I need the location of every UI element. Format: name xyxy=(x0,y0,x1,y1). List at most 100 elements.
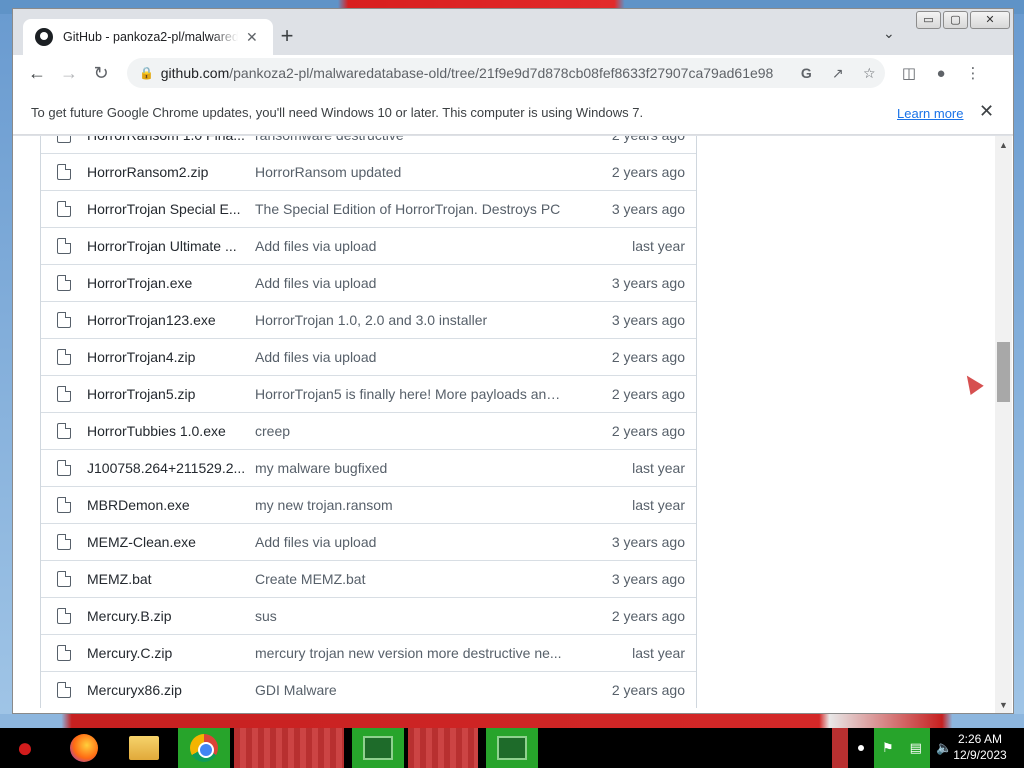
close-window-button[interactable]: ✕ xyxy=(970,11,1010,29)
commit-age: 2 years ago xyxy=(611,349,685,365)
chrome-icon[interactable] xyxy=(178,728,230,768)
file-name-link[interactable]: MEMZ-Clean.exe xyxy=(87,534,255,550)
tab-search-icon[interactable]: ⌄ xyxy=(883,25,895,42)
side-panel-icon[interactable]: ◫ xyxy=(893,64,925,82)
commit-message-link[interactable]: Add files via upload xyxy=(255,534,565,550)
scrollbar-thumb[interactable] xyxy=(997,342,1010,402)
commit-message-link[interactable]: The Special Edition of HorrorTrojan. Des… xyxy=(255,201,565,217)
page-content: HorrorRansom 1.0 Fina...ransomware destr… xyxy=(13,136,1013,713)
commit-age: last year xyxy=(632,645,685,661)
terminal-icon[interactable] xyxy=(486,728,538,768)
table-row: HorrorTubbies 1.0.exe creep 2 years ago xyxy=(41,412,696,449)
scroll-up-icon[interactable]: ▲ xyxy=(995,140,1012,150)
file-name-link[interactable]: MEMZ.bat xyxy=(87,571,255,587)
file-explorer-icon[interactable] xyxy=(118,728,170,768)
file-name-link[interactable]: MBRDemon.exe xyxy=(87,497,255,513)
infobar-close-icon[interactable]: ✕ xyxy=(979,101,994,122)
update-infobar: To get future Google Chrome updates, you… xyxy=(13,91,1013,135)
file-name-link[interactable]: HorrorRansom 1.0 Fina... xyxy=(87,136,255,143)
url-text[interactable]: github.com/pankoza2-pl/malwaredatabase-o… xyxy=(161,65,791,81)
commit-message-link[interactable]: Create MEMZ.bat xyxy=(255,571,565,587)
commit-message-link[interactable]: my new trojan.ransom xyxy=(255,497,565,513)
tab-github[interactable]: GitHub - pankoza2-pl/malwaredatabase-old… xyxy=(23,19,273,55)
table-row: Mercury.B.zip sus 2 years ago xyxy=(41,597,696,634)
table-row: HorrorTrojan5.zip HorrorTrojan5 is finall… xyxy=(41,375,696,412)
commit-message-link[interactable]: HorrorTrojan 1.0, 2.0 and 3.0 installer xyxy=(255,312,565,328)
file-icon xyxy=(57,682,71,698)
window-controls: ▭ ▢ ✕ xyxy=(916,11,1010,29)
terminal-icon[interactable] xyxy=(352,728,404,768)
file-name-link[interactable]: HorrorTrojan.exe xyxy=(87,275,255,291)
commit-message-link[interactable]: Add files via upload xyxy=(255,238,565,254)
minimize-button[interactable]: ▭ xyxy=(916,11,941,29)
new-tab-button[interactable]: + xyxy=(275,24,299,48)
action-center-icon[interactable]: ⚑ xyxy=(882,740,894,756)
commit-age: 3 years ago xyxy=(611,312,685,328)
profile-icon[interactable]: ● xyxy=(925,65,957,82)
clock-date: 12/9/2023 xyxy=(953,748,1007,762)
forward-arrow-icon[interactable]: → xyxy=(53,63,85,84)
commit-age: 3 years ago xyxy=(611,275,685,291)
file-name-link[interactable]: HorrorTubbies 1.0.exe xyxy=(87,423,255,439)
maximize-button[interactable]: ▢ xyxy=(943,11,968,29)
learn-more-link[interactable]: Learn more xyxy=(897,106,963,121)
commit-message-link[interactable]: GDI Malware xyxy=(255,682,565,698)
file-name-link[interactable]: HorrorTrojan123.exe xyxy=(87,312,255,328)
commit-message-link[interactable]: sus xyxy=(255,608,565,624)
file-name-link[interactable]: HorrorTrojan4.zip xyxy=(87,349,255,365)
file-icon xyxy=(57,423,71,439)
desktop-background-bottom xyxy=(0,714,1024,728)
tab-title: GitHub - pankoza2-pl/malwaredatabase-old xyxy=(63,30,238,44)
commit-age: 2 years ago xyxy=(611,423,685,439)
file-icon xyxy=(57,534,71,550)
tray-icons[interactable]: ⚑ ▤ xyxy=(874,728,930,768)
file-name-link[interactable]: Mercury.C.zip xyxy=(87,645,255,661)
commit-message-link[interactable]: my malware bugfixed xyxy=(255,460,565,476)
commit-age: last year xyxy=(632,238,685,254)
commit-age: 3 years ago xyxy=(611,571,685,587)
file-name-link[interactable]: HorrorRansom2.zip xyxy=(87,164,255,180)
page-scrollbar[interactable]: ▲ ▼ xyxy=(995,136,1012,713)
table-row: HorrorTrojan.exe Add files via upload 3 ye… xyxy=(41,264,696,301)
file-icon xyxy=(57,136,71,143)
commit-age: 2 years ago xyxy=(611,682,685,698)
github-icon xyxy=(35,28,53,46)
network-icon[interactable]: ▤ xyxy=(910,740,922,756)
table-row: HorrorTrojan123.exe HorrorTrojan 1.0, 2.0… xyxy=(41,301,696,338)
url-path: /pankoza2-pl/malwaredatabase-old/tree/21… xyxy=(229,65,774,81)
share-icon[interactable]: ↗ xyxy=(822,65,853,82)
lock-icon[interactable]: 🔒 xyxy=(139,66,155,80)
tab-close-icon[interactable]: ✕ xyxy=(246,29,258,46)
scroll-down-icon[interactable]: ▼ xyxy=(995,700,1012,710)
commit-age: 2 years ago xyxy=(611,608,685,624)
system-tray: ⚑ ▤ 🔈 xyxy=(832,728,952,768)
file-name-link[interactable]: HorrorTrojan Ultimate ... xyxy=(87,238,255,254)
clock-time: 2:26 AM xyxy=(957,732,1003,746)
file-name-link[interactable]: HorrorTrojan Special E... xyxy=(87,201,255,217)
star-icon[interactable]: ☆ xyxy=(854,65,885,82)
google-lens-icon[interactable]: G xyxy=(791,65,822,81)
commit-message-link[interactable]: HorrorRansom updated xyxy=(255,164,565,180)
file-name-link[interactable]: Mercury.B.zip xyxy=(87,608,255,624)
commit-message-link[interactable]: creep xyxy=(255,423,565,439)
commit-message-link[interactable]: ransomware destructive xyxy=(255,136,565,143)
file-name-link[interactable]: J100758.264+211529.2... xyxy=(87,460,255,476)
commit-message-link[interactable]: mercury trojan new version more destruct… xyxy=(255,645,565,661)
kebab-menu-icon[interactable]: ⋮ xyxy=(957,64,989,82)
commit-message-link[interactable]: Add files via upload xyxy=(255,349,565,365)
commit-message-link[interactable]: Add files via upload xyxy=(255,275,565,291)
file-name-link[interactable]: HorrorTrojan5.zip xyxy=(87,386,255,402)
santa-start-icon[interactable]: ● xyxy=(0,728,50,768)
desktop-background-left xyxy=(0,14,12,714)
back-arrow-icon[interactable]: ← xyxy=(21,63,53,84)
tray-dot xyxy=(858,745,864,751)
commit-message-link[interactable]: HorrorTrojan5 is finally here! More payl… xyxy=(255,386,565,402)
infobar-message: To get future Google Chrome updates, you… xyxy=(31,105,644,120)
address-bar[interactable]: 🔒 github.com/pankoza2-pl/malwaredatabase… xyxy=(127,58,885,88)
reload-icon[interactable]: ↻ xyxy=(85,63,117,84)
file-name-link[interactable]: Mercuryx86.zip xyxy=(87,682,255,698)
firefox-icon[interactable] xyxy=(58,728,110,768)
taskbar: ● ⚑ ▤ 🔈 2:26 AM 12/9/2023 xyxy=(0,728,1024,768)
commit-age: 3 years ago xyxy=(611,201,685,217)
taskbar-clock[interactable]: 2:26 AM 12/9/2023 xyxy=(940,731,1020,763)
